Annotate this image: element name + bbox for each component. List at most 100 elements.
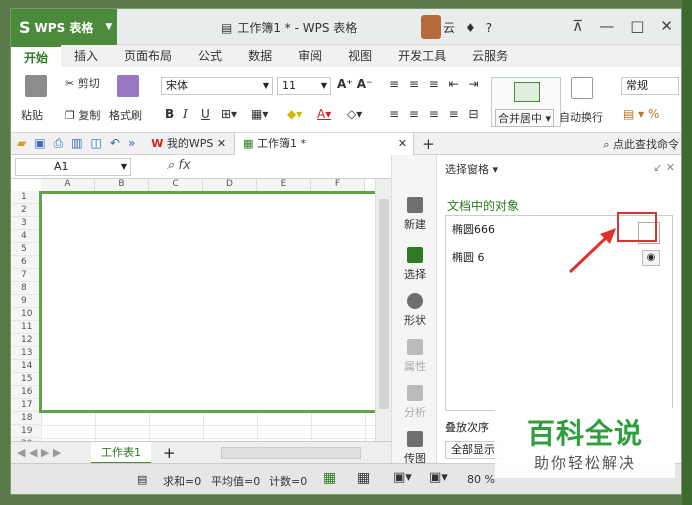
tab-page-layout[interactable]: 页面布局 xyxy=(111,45,185,67)
close-icon[interactable]: ✕ xyxy=(398,133,407,155)
fill-color-icon[interactable]: ▦▾ xyxy=(251,107,268,121)
formula-icons[interactable]: ⌕ fx xyxy=(167,158,191,173)
row-header[interactable]: 16 xyxy=(11,386,41,399)
tab-data[interactable]: 数据 xyxy=(235,45,285,67)
tab-view[interactable]: 视图 xyxy=(335,45,385,67)
preview-icon[interactable]: ◫ xyxy=(91,136,102,151)
tab-home[interactable]: 开始 xyxy=(11,45,62,67)
more-icon[interactable]: » xyxy=(128,136,135,151)
app-menu-button[interactable]: S WPS 表格 ▼ xyxy=(11,9,117,45)
row-header[interactable]: 17 xyxy=(11,399,41,412)
wrap-text-button[interactable]: 自动换行 xyxy=(559,109,603,125)
font-color-icon[interactable]: A▾ xyxy=(317,107,331,121)
format-painter-button[interactable]: 格式刷 xyxy=(109,107,142,123)
row-header[interactable]: 6 xyxy=(11,256,41,269)
copy-button[interactable]: ❐ 复制 xyxy=(65,107,100,123)
bold-button[interactable]: B xyxy=(165,107,174,121)
row-header[interactable]: 11 xyxy=(11,321,41,334)
row-header[interactable]: 1 xyxy=(11,191,41,204)
number-format-select[interactable]: 常规 xyxy=(621,77,679,95)
row-header[interactable]: 8 xyxy=(11,282,41,295)
list-item[interactable]: 椭圆 6 ◉ xyxy=(446,246,672,270)
format-painter-icon[interactable] xyxy=(117,75,139,97)
sidebar-item-new[interactable]: 新建 xyxy=(392,197,438,232)
column-header[interactable]: E xyxy=(257,179,311,191)
column-header[interactable]: F xyxy=(311,179,365,191)
column-header[interactable]: A xyxy=(41,179,95,191)
page-view-icon[interactable]: ▦ xyxy=(357,470,370,486)
sidebar-item-select[interactable]: 选择 xyxy=(392,247,438,282)
grow-font-icon[interactable]: A⁺ A⁻ xyxy=(337,77,372,91)
tab-cloud[interactable]: 云服务 xyxy=(459,45,521,67)
highlight-icon[interactable]: ◆▾ xyxy=(287,107,302,121)
cut-button[interactable]: ✂ 剪切 xyxy=(65,75,100,91)
paste-icon[interactable] xyxy=(25,75,47,97)
sidebar-item-upload-image[interactable]: 传图 xyxy=(392,431,438,466)
underline-button[interactable]: U xyxy=(201,107,210,121)
name-box[interactable]: A1 ▼ xyxy=(15,158,131,176)
column-header[interactable]: B xyxy=(95,179,149,191)
close-button[interactable]: ✕ xyxy=(660,17,673,35)
row-header[interactable]: 3 xyxy=(11,217,41,230)
row-header[interactable]: 2 xyxy=(11,204,41,217)
merge-cells-icon[interactable] xyxy=(514,82,540,102)
open-icon[interactable]: ▰ xyxy=(17,136,26,151)
selected-shape[interactable] xyxy=(39,191,381,413)
border-icon[interactable]: ⊞▾ xyxy=(221,107,237,121)
show-all-button[interactable]: 全部显示 xyxy=(445,441,501,459)
normal-view-icon[interactable]: ▦ xyxy=(323,470,336,486)
reading-icon[interactable]: ▣▾ xyxy=(429,470,448,485)
help-icon[interactable]: ? xyxy=(486,21,492,35)
font-size-select[interactable]: 11 ▼ xyxy=(277,77,331,95)
tab-developer[interactable]: 开发工具 xyxy=(385,45,459,67)
spreadsheet-grid[interactable]: A B C D E F 1 2 3 4 5 6 7 8 9 10 11 12 13 14 15 16 17 18 1… xyxy=(11,179,391,441)
row-header[interactable]: 10 xyxy=(11,308,41,321)
pane-title[interactable]: 选择窗格 xyxy=(445,163,489,176)
maximize-button[interactable]: □ xyxy=(630,17,644,35)
row-header[interactable]: 19 xyxy=(11,425,41,438)
vertical-scrollbar[interactable] xyxy=(375,179,391,441)
close-icon[interactable]: ✕ xyxy=(217,137,226,150)
chevron-down-icon[interactable]: ▾ xyxy=(493,163,499,176)
tab-insert[interactable]: 插入 xyxy=(61,45,111,67)
add-sheet-button[interactable]: + xyxy=(163,444,176,462)
undo-icon[interactable]: ↶ xyxy=(110,136,120,151)
tab-formulas[interactable]: 公式 xyxy=(185,45,235,67)
column-header[interactable]: D xyxy=(203,179,257,191)
scroll-thumb[interactable] xyxy=(379,199,389,409)
merge-center-button[interactable]: 合并居中 ▾ xyxy=(495,109,555,127)
cloud-account[interactable]: 云 xyxy=(443,19,455,36)
tab-workbook[interactable]: ▦ 工作簿1 * ✕ xyxy=(234,132,415,155)
italic-button[interactable]: I xyxy=(183,107,188,121)
wrap-text-icon[interactable] xyxy=(571,77,593,99)
align-horizontal-icons[interactable]: ≡ ≡ ≡ ≡ ⊟ xyxy=(389,107,482,121)
row-header[interactable]: 4 xyxy=(11,230,41,243)
sidebar-item-shape[interactable]: 形状 xyxy=(392,293,438,328)
layout-icon[interactable]: ▣▾ xyxy=(393,470,412,485)
avatar[interactable] xyxy=(421,15,441,39)
sidebar-item-properties[interactable]: 属性 xyxy=(392,339,438,374)
horizontal-scrollbar[interactable] xyxy=(221,447,361,459)
skin-icon[interactable]: ♦ xyxy=(465,21,476,35)
clear-format-icon[interactable]: ◇▾ xyxy=(347,107,362,121)
row-header[interactable]: 5 xyxy=(11,243,41,256)
tab-my-wps[interactable]: W 我的WPS ✕ xyxy=(143,133,234,155)
row-header[interactable]: 15 xyxy=(11,373,41,386)
align-top-icons[interactable]: ≡ ≡ ≡ ⇤ ⇥ xyxy=(389,77,482,91)
row-header[interactable]: 9 xyxy=(11,295,41,308)
restore-icon[interactable]: ⊼ xyxy=(572,17,583,35)
row-header[interactable]: 7 xyxy=(11,269,41,282)
row-header[interactable]: 12 xyxy=(11,334,41,347)
eye-icon[interactable]: ◉ xyxy=(642,250,660,266)
row-header[interactable]: 13 xyxy=(11,347,41,360)
save-icon[interactable]: ▣ xyxy=(34,136,45,151)
minimize-button[interactable]: — xyxy=(599,17,614,35)
find-command[interactable]: ⌕ 点此查找命令 xyxy=(603,136,679,152)
print-icon[interactable]: ▥ xyxy=(71,136,82,151)
font-name-select[interactable]: 宋体 ▼ xyxy=(161,77,273,95)
row-header[interactable]: 14 xyxy=(11,360,41,373)
sheet-nav-icons[interactable]: ◀ ◀ ▶ ▶ xyxy=(17,446,61,459)
row-header[interactable]: 18 xyxy=(11,412,41,425)
export-icon[interactable]: ⎙ xyxy=(54,136,64,151)
column-header[interactable]: C xyxy=(149,179,203,191)
